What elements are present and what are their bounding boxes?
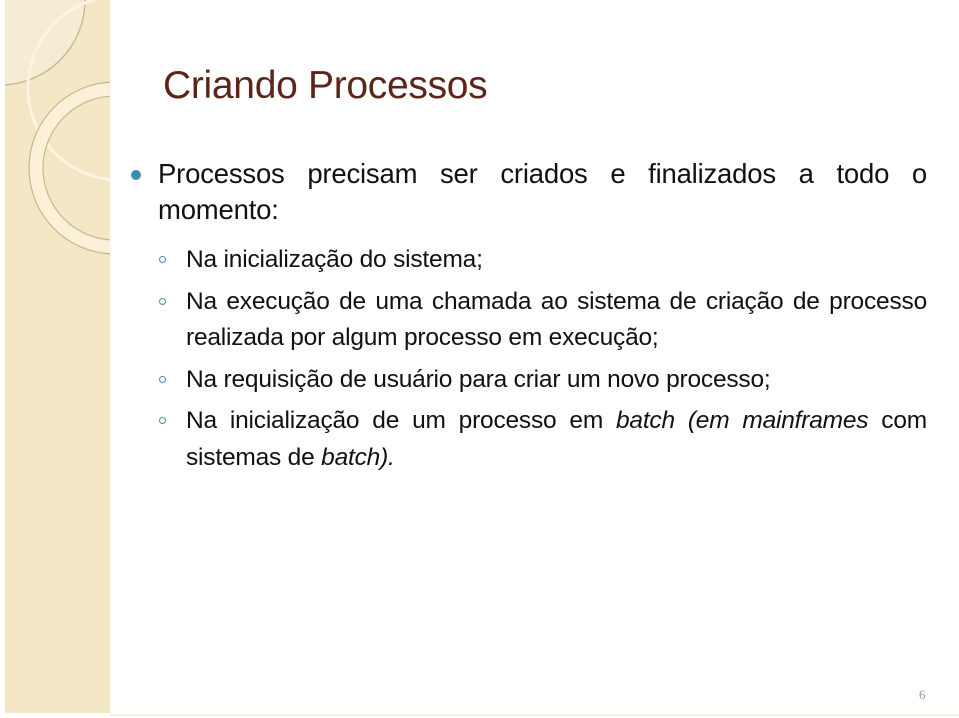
sub-bullet-text: batch). [321,443,395,471]
sub-bullet-item: Na inicialização do sistema; [130,242,927,279]
page-number: 6 [919,687,926,702]
sub-bullet-item: Na requisição de usuário para criar um n… [130,362,927,399]
filled-circle-bullet-icon [131,170,141,180]
decorative-circles-icon [5,0,110,255]
sub-bullet-text: Na execução de uma chamada ao sistema de… [186,287,927,352]
sub-bullet-item: Na inicialização de um processo em batch… [130,403,927,476]
slide-content: Processos precisam ser criados e finaliz… [130,156,927,481]
sub-bullet-item: Na execução de uma chamada ao sistema de… [130,284,927,357]
sub-bullet-list: Na inicialização do sistema; Na execução … [130,242,927,476]
sub-bullet-text: Na inicialização do sistema; [186,246,483,273]
hollow-circle-bullet-icon [159,297,166,305]
sub-bullet-text: (em mainframes [687,407,869,434]
bullet-text: Processos precisam ser criados e finaliz… [158,158,927,225]
hollow-circle-bullet-icon [159,417,166,424]
hollow-circle-bullet-icon [159,375,166,383]
bullet-item: Processos precisam ser criados e finaliz… [130,156,927,228]
sub-bullet-text: batch [615,407,675,434]
footer-divider [110,714,959,716]
sub-bullet-text [675,407,688,434]
slide-title: Criando Processos [163,64,488,107]
sub-bullet-text: Na inicialização de um processo em [186,407,616,434]
sub-bullet-text: Na requisição de usuário para criar um n… [186,365,771,393]
hollow-circle-bullet-icon [159,256,166,263]
decorative-side-band [5,0,110,713]
